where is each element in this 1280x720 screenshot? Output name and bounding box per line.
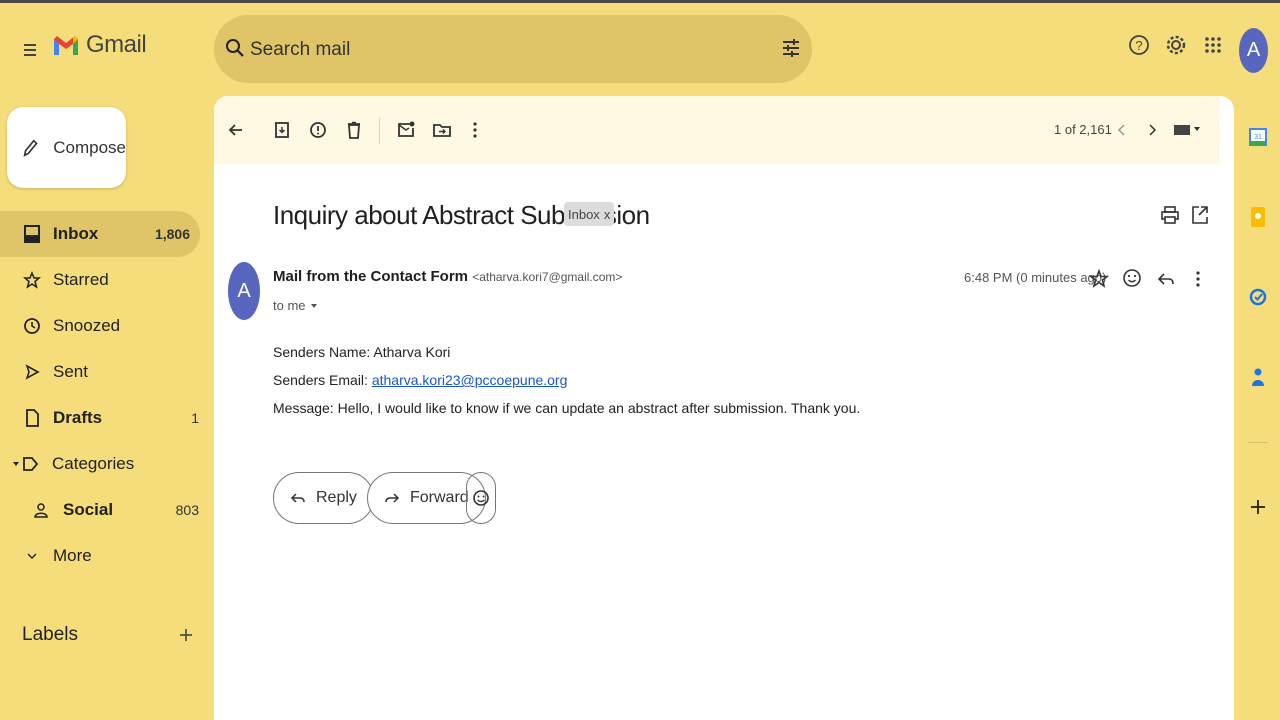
newer-chevron-left-icon[interactable] [1112, 120, 1132, 140]
sidebar-nav: Inbox 1,806 Starred Snoozed Sent Drafts … [0, 211, 213, 579]
unread-count: 1,806 [154, 226, 190, 242]
emoji-reaction-button[interactable] [466, 472, 496, 524]
email-view-panel: 1 of 2,161 Inquiry about Abstract Submis… [214, 96, 1234, 720]
sender-line: Mail from the Contact Form <atharva.kori… [273, 268, 622, 285]
reply-button[interactable]: Reply [273, 472, 374, 524]
print-icon[interactable] [1160, 204, 1180, 226]
input-tools-keyboard-icon[interactable] [1172, 120, 1202, 140]
keep-app-icon[interactable] [1248, 204, 1268, 230]
reply-icon[interactable] [1156, 268, 1176, 290]
forward-arrow-icon [385, 493, 400, 503]
sidebar-item-label: Starred [53, 270, 109, 289]
rail-divider [1248, 442, 1268, 443]
sidebar-item-snoozed[interactable]: Snoozed [0, 303, 213, 349]
sidebar-item-starred[interactable]: Starred [0, 257, 213, 303]
search-input[interactable]: Search mail [250, 39, 350, 61]
add-app-plus-icon[interactable] [1248, 494, 1268, 520]
email-toolbar: 1 of 2,161 [214, 96, 1220, 164]
search-icon[interactable] [224, 37, 246, 59]
sidebar-item-label: Social [63, 500, 114, 519]
sidebar-item-inbox[interactable]: Inbox 1,806 [0, 211, 200, 257]
sidebar-item-label: Snoozed [53, 316, 121, 335]
svg-text:?: ? [1135, 38, 1142, 53]
sidebar-item-label: Drafts [53, 408, 103, 427]
chevron-down-icon [22, 546, 42, 566]
clock-icon [22, 316, 42, 336]
reply-arrow-icon [290, 493, 305, 503]
add-label-plus-icon[interactable] [178, 627, 194, 643]
sidebar-item-social[interactable]: Social 803 [0, 487, 213, 533]
back-arrow-icon[interactable] [226, 120, 246, 140]
emoji-react-icon[interactable] [1122, 266, 1142, 290]
remove-label-button[interactable]: x [604, 207, 611, 222]
body-message-line: Message: Hello, I would like to know if … [273, 400, 861, 416]
sidebar-item-drafts[interactable]: Drafts 1 [0, 395, 213, 441]
star-icon[interactable] [1089, 268, 1109, 290]
to-line-text: to me [273, 298, 306, 313]
smiley-icon [473, 490, 489, 506]
more-actions-icon[interactable] [465, 120, 485, 140]
sidebar-item-categories[interactable]: Categories [0, 441, 213, 487]
draft-file-icon [22, 408, 42, 428]
compose-label: Compose [53, 137, 126, 157]
apps-grid-icon[interactable] [1203, 33, 1223, 57]
contacts-app-icon[interactable] [1248, 364, 1268, 390]
main-menu-icon[interactable] [16, 35, 44, 63]
delete-trash-icon[interactable] [344, 120, 364, 140]
app-name: Gmail [86, 31, 147, 58]
report-spam-icon[interactable] [308, 120, 328, 140]
gmail-logo[interactable]: Gmail [52, 31, 147, 59]
svg-text:31: 31 [1254, 134, 1262, 141]
compose-button[interactable]: Compose [7, 107, 126, 188]
sidebar-item-sent[interactable]: Sent [0, 349, 213, 395]
open-new-window-icon[interactable] [1190, 204, 1210, 226]
send-icon [22, 362, 42, 382]
sidebar-item-label: Categories [52, 454, 135, 473]
pagination-count: 1 of 2,161 [1054, 122, 1112, 137]
sender-avatar[interactable]: A [228, 262, 260, 320]
mark-unread-icon[interactable] [396, 120, 416, 140]
account-avatar[interactable]: A [1239, 28, 1268, 73]
star-icon [22, 270, 42, 290]
social-count: 803 [175, 502, 199, 518]
calendar-app-icon[interactable]: 31 [1248, 124, 1268, 150]
toolbar-divider [379, 118, 380, 144]
top-header: Gmail Search mail ? A [0, 3, 1280, 93]
tasks-app-icon[interactable] [1248, 284, 1268, 310]
sender-email: <atharva.kori7@gmail.com> [472, 270, 623, 284]
email-body: Senders Name: Atharva Kori Senders Email… [273, 338, 860, 422]
sidebar-item-label: More [53, 546, 92, 565]
help-icon[interactable]: ? [1128, 33, 1150, 57]
labels-section: Labels [22, 620, 194, 650]
message-more-icon[interactable] [1190, 268, 1206, 290]
sender-email-link[interactable]: atharva.kori23@pccoepune.org [372, 372, 568, 388]
forward-label: Forward [410, 489, 469, 506]
draft-count: 1 [191, 410, 199, 426]
gmail-m-icon [54, 36, 78, 55]
label-expand-icon [10, 454, 42, 474]
sidebar-item-label: Sent [53, 362, 88, 381]
sender-name[interactable]: Mail from the Contact Form [273, 268, 468, 285]
body-email-prefix: Senders Email: [273, 372, 372, 388]
people-icon [32, 500, 52, 520]
badge-label: Inbox [568, 206, 600, 222]
search-bar[interactable]: Search mail [214, 15, 812, 83]
email-timestamp: 6:48 PM (0 minutes ago) [964, 270, 1107, 285]
settings-gear-icon[interactable] [1165, 33, 1187, 57]
search-options-icon[interactable] [780, 37, 802, 59]
sidebar-item-more[interactable]: More [0, 533, 213, 579]
move-to-folder-icon[interactable] [432, 120, 452, 140]
labels-heading: Labels [22, 624, 78, 645]
archive-icon[interactable] [272, 120, 292, 140]
reply-label: Reply [316, 489, 357, 506]
inbox-label-badge[interactable]: Inbox x [564, 202, 615, 226]
pencil-icon [23, 138, 38, 157]
caret-down-icon [311, 304, 318, 308]
body-sender-name-line: Senders Name: Atharva Kori [273, 344, 451, 360]
sidebar-item-label: Inbox [53, 224, 99, 243]
recipient-details-toggle[interactable]: to me [273, 298, 319, 313]
inbox-icon [22, 224, 42, 244]
body-sender-email-line: Senders Email: atharva.kori23@pccoepune.… [273, 366, 860, 394]
older-chevron-right-icon[interactable] [1142, 120, 1162, 140]
